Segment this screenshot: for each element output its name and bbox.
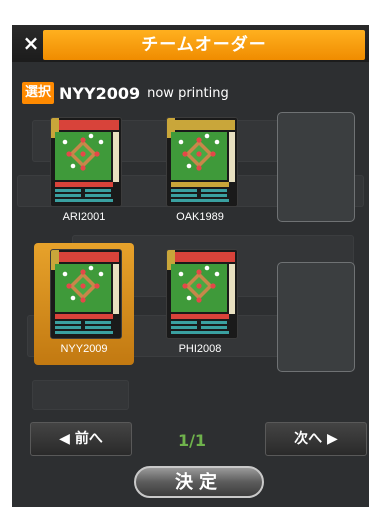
field-illustration [51, 118, 121, 206]
team-card-label: PHI2008 [178, 343, 222, 355]
select-badge: 選択 [22, 82, 55, 104]
page-indicator: 1/1 [177, 431, 207, 450]
team-card-slot[interactable]: OAK1989 [150, 111, 250, 233]
team-card-label: NYY2009 [60, 343, 108, 355]
field-illustration [51, 250, 121, 338]
selection-row: 選択 NYY2009 now printing [22, 81, 229, 105]
team-card-slot[interactable]: NYY2009 [34, 243, 134, 365]
close-button[interactable]: × [18, 31, 44, 55]
dialog-title: チームオーダー [43, 30, 365, 60]
next-page-button[interactable]: 次へ ▶ [265, 422, 367, 456]
prev-page-button[interactable]: ◀ 前へ [30, 422, 132, 456]
background-panel [32, 380, 129, 410]
selected-team-name: NYY2009 [59, 83, 141, 103]
empty-card-slot[interactable] [277, 262, 355, 372]
confirm-button[interactable]: 決定 [134, 466, 264, 498]
empty-card-slot[interactable] [277, 112, 355, 222]
team-card-image [50, 249, 122, 339]
team-card-slot[interactable]: PHI2008 [150, 243, 250, 365]
team-card-image [166, 117, 238, 207]
team-card-label: ARI2001 [62, 211, 106, 223]
team-order-dialog: × チームオーダー 選択 NYY2009 now printing ARI200… [12, 25, 369, 507]
team-card-slot[interactable]: ARI2001 [34, 111, 134, 233]
team-card-image [166, 249, 238, 339]
team-card-label: OAK1989 [176, 211, 224, 223]
field-illustration [167, 118, 237, 206]
selected-team-status: now printing [147, 85, 229, 101]
field-illustration [167, 250, 237, 338]
title-bar: × チームオーダー [12, 25, 369, 62]
team-card-image [50, 117, 122, 207]
